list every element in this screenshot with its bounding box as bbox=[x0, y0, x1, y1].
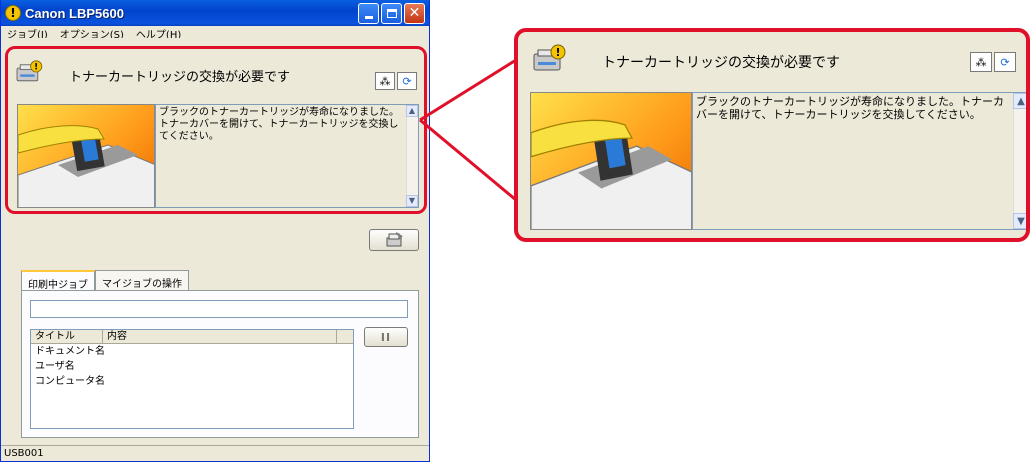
refresh-icon: ⟳ bbox=[1000, 55, 1010, 69]
printer-warning-icon: ! bbox=[533, 44, 566, 71]
message-text: ブラックのトナーカートリッジが寿命になりました。トナーカバーを開けて、トナーカー… bbox=[692, 92, 1026, 230]
zoomed-message-callout: ! トナーカートリッジの交換が必要です ⁂ ⟳ ブラックのトナーカートリッジが寿… bbox=[514, 28, 1030, 242]
message-body: ブラックのトナーカートリッジが寿命になりました。トナーカバーを開けて、トナーカー… bbox=[530, 92, 1026, 230]
manual-icon: ⁂ bbox=[975, 55, 987, 69]
toner-replacement-image bbox=[530, 92, 692, 230]
manual-button[interactable]: ⁂ bbox=[970, 52, 992, 72]
scroll-down-button[interactable]: ▼ bbox=[1013, 213, 1026, 229]
refresh-button[interactable]: ⟳ bbox=[994, 52, 1016, 72]
message-scrollbar[interactable]: ▲ ▼ bbox=[1013, 93, 1026, 229]
message-body-text: ブラックのトナーカートリッジが寿命になりました。トナーカバーを開けて、トナーカー… bbox=[696, 95, 1004, 121]
svg-text:!: ! bbox=[555, 46, 560, 59]
scroll-up-button[interactable]: ▲ bbox=[1013, 93, 1026, 109]
message-title: トナーカートリッジの交換が必要です bbox=[602, 55, 840, 71]
